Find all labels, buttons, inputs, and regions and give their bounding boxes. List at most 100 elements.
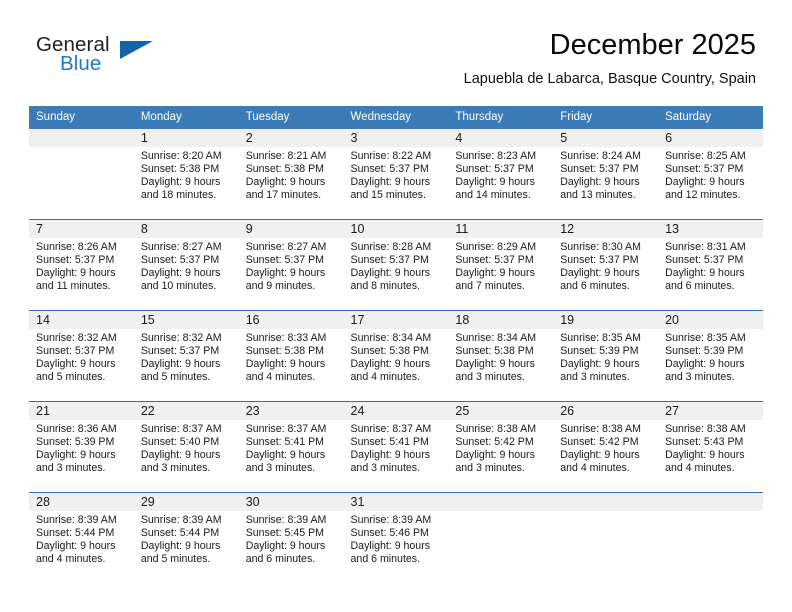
- calendar-day-cell[interactable]: 26 Sunrise: 8:38 AM Sunset: 5:42 PM Dayligh…: [553, 401, 659, 493]
- daylight-text-line2: and 10 minutes.: [140, 280, 217, 293]
- sunset-text: Sunset: 5:38 PM: [455, 345, 534, 358]
- calendar-day-cell[interactable]: 14 Sunrise: 8:32 AM Sunset: 5:37 PM Dayligh…: [29, 310, 134, 402]
- daylight-text-line2: and 3 minutes.: [350, 462, 421, 475]
- day-details: Sunrise: 8:20 AM Sunset: 5:38 PM Daylight:…: [134, 147, 239, 202]
- calendar-day-cell[interactable]: 5 Sunrise: 8:24 AM Sunset: 5:37 PM Daylight…: [553, 129, 659, 220]
- daylight-text-line1: Daylight: 9 hours: [245, 176, 326, 189]
- day-number: 17: [343, 311, 449, 329]
- sunset-text: Sunset: 5:42 PM: [455, 436, 534, 449]
- calendar-day-cell[interactable]: 4 Sunrise: 8:23 AM Sunset: 5:37 PM Daylight…: [448, 129, 554, 220]
- calendar-day-cell[interactable]: 3 Sunrise: 8:22 AM Sunset: 5:37 PM Daylight…: [343, 129, 449, 220]
- day-number: 22: [133, 402, 239, 420]
- daylight-text-line2: and 3 minutes.: [455, 462, 525, 475]
- calendar-day-cell[interactable]: 1 Sunrise: 8:20 AM Sunset: 5:38 PM Daylight…: [133, 129, 239, 220]
- calendar-day-cell[interactable]: 11 Sunrise: 8:29 AM Sunset: 5:37 PM Dayligh…: [448, 219, 554, 311]
- sunrise-text: Sunrise: 8:20 AM: [140, 150, 222, 162]
- calendar-day-cell[interactable]: 25 Sunrise: 8:38 AM Sunset: 5:42 PM Dayligh…: [448, 401, 554, 493]
- sunset-text: Sunset: 5:38 PM: [350, 345, 429, 358]
- sunrise-text: Sunrise: 8:24 AM: [560, 150, 641, 162]
- calendar-day-cell[interactable]: 30 Sunrise: 8:39 AM Sunset: 5:45 PM Dayligh…: [238, 492, 344, 583]
- day-details: Sunrise: 8:27 AM Sunset: 5:37 PM Daylight:…: [239, 238, 344, 293]
- sunrise-text: Sunrise: 8:30 AM: [560, 241, 641, 253]
- daylight-text-line1: Daylight: 9 hours: [560, 267, 640, 280]
- sunrise-text: Sunrise: 8:25 AM: [665, 150, 746, 162]
- calendar-day-cell[interactable]: 29 Sunrise: 8:39 AM Sunset: 5:44 PM Dayligh…: [133, 492, 239, 583]
- daylight-text-line2: and 13 minutes.: [560, 189, 636, 202]
- daylight-text-line2: and 12 minutes.: [665, 189, 741, 202]
- calendar-day-cell[interactable]: 28 Sunrise: 8:39 AM Sunset: 5:44 PM Dayligh…: [29, 492, 134, 583]
- calendar-day-cell[interactable]: 18 Sunrise: 8:34 AM Sunset: 5:38 PM Dayligh…: [448, 310, 554, 402]
- calendar-cell-inner: 18 Sunrise: 8:34 AM Sunset: 5:38 PM Dayligh…: [448, 311, 554, 401]
- sunset-text: Sunset: 5:44 PM: [140, 527, 220, 540]
- calendar-day-cell[interactable]: 6 Sunrise: 8:25 AM Sunset: 5:37 PM Daylight…: [658, 129, 763, 220]
- day-number: 7: [29, 220, 134, 238]
- day-number: 20: [658, 311, 763, 329]
- sunrise-text: Sunrise: 8:39 AM: [245, 514, 327, 526]
- calendar-day-cell[interactable]: 13 Sunrise: 8:31 AM Sunset: 5:37 PM Dayligh…: [658, 219, 763, 311]
- sunrise-text: Sunrise: 8:38 AM: [665, 423, 746, 435]
- calendar-day-cell[interactable]: 22 Sunrise: 8:37 AM Sunset: 5:40 PM Dayligh…: [133, 401, 239, 493]
- daylight-text-line1: Daylight: 9 hours: [455, 176, 535, 189]
- weekday-header-sunday: Sunday: [29, 106, 134, 129]
- day-number: 29: [133, 493, 239, 511]
- day-details: [448, 511, 553, 514]
- day-details: Sunrise: 8:30 AM Sunset: 5:37 PM Daylight:…: [553, 238, 658, 293]
- day-details: Sunrise: 8:32 AM Sunset: 5:37 PM Daylight:…: [134, 329, 239, 384]
- calendar-day-cell[interactable]: 8 Sunrise: 8:27 AM Sunset: 5:37 PM Daylight…: [133, 219, 239, 311]
- calendar-day-cell[interactable]: 2 Sunrise: 8:21 AM Sunset: 5:38 PM Daylight…: [238, 129, 344, 220]
- sunset-text: Sunset: 5:37 PM: [560, 254, 639, 267]
- weekday-header-thursday: Thursday: [448, 106, 554, 129]
- sunset-text: Sunset: 5:45 PM: [245, 527, 325, 540]
- calendar-day-cell[interactable]: 15 Sunrise: 8:32 AM Sunset: 5:37 PM Dayligh…: [133, 310, 239, 402]
- calendar-day-cell[interactable]: 31 Sunrise: 8:39 AM Sunset: 5:46 PM Dayligh…: [343, 492, 449, 583]
- day-number: 16: [238, 311, 344, 329]
- calendar-day-cell[interactable]: 7 Sunrise: 8:26 AM Sunset: 5:37 PM Daylight…: [29, 219, 134, 311]
- calendar-cell-inner: 10 Sunrise: 8:28 AM Sunset: 5:37 PM Dayligh…: [343, 220, 449, 310]
- daylight-text-line2: and 4 minutes.: [350, 371, 421, 384]
- daylight-text-line2: and 14 minutes.: [455, 189, 531, 202]
- sunrise-text: Sunrise: 8:26 AM: [36, 241, 117, 253]
- day-number: [448, 493, 554, 511]
- sunrise-text: Sunrise: 8:35 AM: [665, 332, 746, 344]
- weekday-header-wednesday: Wednesday: [343, 106, 449, 129]
- calendar-week-row: 1 Sunrise: 8:20 AM Sunset: 5:38 PM Daylight…: [29, 129, 763, 220]
- daylight-text-line2: and 9 minutes.: [245, 280, 316, 293]
- sunrise-text: Sunrise: 8:31 AM: [665, 241, 746, 253]
- day-details: Sunrise: 8:37 AM Sunset: 5:40 PM Daylight:…: [134, 420, 239, 475]
- calendar-day-cell[interactable]: 20 Sunrise: 8:35 AM Sunset: 5:39 PM Dayligh…: [658, 310, 763, 402]
- sunset-text: Sunset: 5:37 PM: [350, 254, 429, 267]
- sunrise-text: Sunrise: 8:39 AM: [140, 514, 222, 526]
- sunrise-text: Sunrise: 8:32 AM: [36, 332, 117, 344]
- calendar-day-cell[interactable]: 23 Sunrise: 8:37 AM Sunset: 5:41 PM Dayligh…: [238, 401, 344, 493]
- sunrise-text: Sunrise: 8:37 AM: [245, 423, 327, 435]
- sunset-text: Sunset: 5:39 PM: [36, 436, 115, 449]
- brand-logo[interactable]: General Blue: [36, 33, 236, 85]
- day-number: 11: [448, 220, 554, 238]
- calendar-day-cell[interactable]: 27 Sunrise: 8:38 AM Sunset: 5:43 PM Dayligh…: [658, 401, 763, 493]
- daylight-text-line1: Daylight: 9 hours: [350, 540, 431, 553]
- calendar-day-cell[interactable]: 17 Sunrise: 8:34 AM Sunset: 5:38 PM Dayligh…: [343, 310, 449, 402]
- sunrise-text: Sunrise: 8:35 AM: [560, 332, 641, 344]
- day-details: Sunrise: 8:37 AM Sunset: 5:41 PM Daylight:…: [239, 420, 344, 475]
- day-details: Sunrise: 8:23 AM Sunset: 5:37 PM Daylight:…: [448, 147, 553, 202]
- calendar-day-cell[interactable]: 16 Sunrise: 8:33 AM Sunset: 5:38 PM Dayligh…: [238, 310, 344, 402]
- day-details: Sunrise: 8:22 AM Sunset: 5:37 PM Daylight:…: [344, 147, 449, 202]
- daylight-text-line1: Daylight: 9 hours: [36, 358, 116, 371]
- day-number: 24: [343, 402, 449, 420]
- day-details: Sunrise: 8:39 AM Sunset: 5:44 PM Daylight:…: [29, 511, 134, 566]
- sunrise-text: Sunrise: 8:34 AM: [455, 332, 537, 344]
- daylight-text-line2: and 4 minutes.: [560, 462, 630, 475]
- calendar-week-row: 7 Sunrise: 8:26 AM Sunset: 5:37 PM Daylight…: [29, 219, 763, 311]
- calendar-cell-inner: [29, 129, 134, 219]
- day-details: Sunrise: 8:39 AM Sunset: 5:46 PM Daylight:…: [344, 511, 449, 566]
- calendar-day-cell[interactable]: 21 Sunrise: 8:36 AM Sunset: 5:39 PM Dayligh…: [29, 401, 134, 493]
- day-number: 8: [133, 220, 239, 238]
- calendar-day-cell[interactable]: 10 Sunrise: 8:28 AM Sunset: 5:37 PM Dayligh…: [343, 219, 449, 311]
- calendar-day-cell[interactable]: 24 Sunrise: 8:37 AM Sunset: 5:41 PM Dayligh…: [343, 401, 449, 493]
- calendar-day-cell[interactable]: 9 Sunrise: 8:27 AM Sunset: 5:37 PM Daylight…: [238, 219, 344, 311]
- sunrise-text: Sunrise: 8:38 AM: [455, 423, 537, 435]
- calendar-day-cell[interactable]: 19 Sunrise: 8:35 AM Sunset: 5:39 PM Dayligh…: [553, 310, 659, 402]
- sunset-text: Sunset: 5:37 PM: [350, 163, 429, 176]
- calendar-day-cell[interactable]: 12 Sunrise: 8:30 AM Sunset: 5:37 PM Dayligh…: [553, 219, 659, 311]
- daylight-text-line2: and 6 minutes.: [350, 553, 421, 566]
